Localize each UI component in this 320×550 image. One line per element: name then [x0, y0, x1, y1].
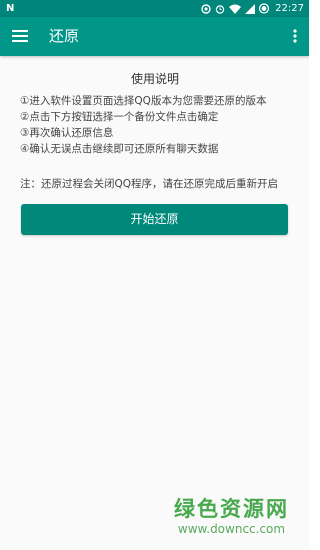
battery-icon — [259, 3, 270, 14]
more-vert-icon[interactable] — [289, 26, 301, 46]
start-restore-button[interactable]: 开始还原 — [21, 204, 288, 235]
screen: N 22:27 还原 使用说明 ①进入软件设置页面选择QQ版本为您需要还原的版本… — [0, 0, 309, 550]
restore-note: 注：还原过程会关闭QQ程序，请在还原完成后重新开启 — [20, 178, 279, 190]
status-icons: 22:27 — [201, 0, 304, 17]
page-title: 还原 — [49, 27, 80, 45]
status-bar: N 22:27 — [0, 0, 309, 17]
watermark-url: www.downcc.com — [177, 522, 286, 536]
alarm-icon — [215, 4, 225, 14]
notification-n-icon: N — [6, 3, 15, 14]
nfc-icon — [201, 3, 211, 14]
instruction-step-4: ④确认无误点击继续即可还原所有聊天数据 — [20, 143, 219, 155]
instructions-title: 使用说明 — [130, 72, 179, 86]
app-bar: 还原 — [0, 17, 309, 56]
instruction-step-2: ②点击下方按钮选择一个备份文件点击确定 — [20, 111, 219, 123]
status-time: 22:27 — [275, 3, 304, 14]
hamburger-menu-icon[interactable] — [10, 26, 30, 46]
signal-icon — [245, 3, 256, 14]
instruction-step-3: ③再次确认还原信息 — [20, 127, 114, 139]
instructions-section: 使用说明 ①进入软件设置页面选择QQ版本为您需要还原的版本 ②点击下方按钮选择一… — [20, 70, 290, 157]
watermark: 绿色资源网 www.downcc.com — [174, 496, 289, 536]
wifi-icon — [229, 4, 242, 14]
instruction-step-1: ①进入软件设置页面选择QQ版本为您需要还原的版本 — [20, 95, 267, 107]
watermark-text: 绿色资源网 — [174, 497, 289, 521]
